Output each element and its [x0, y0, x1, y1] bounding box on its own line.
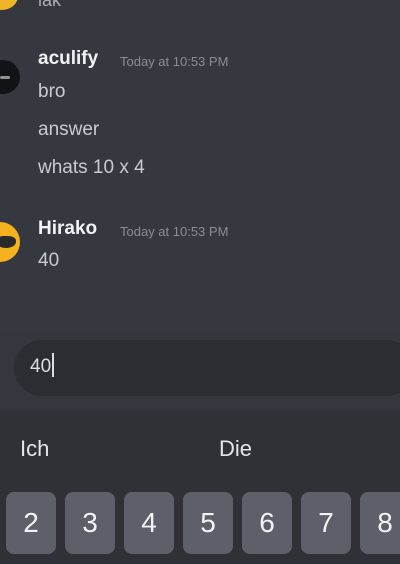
- message-text: answer: [38, 119, 100, 140]
- avatar[interactable]: [0, 60, 20, 94]
- message-text: bro: [38, 81, 66, 102]
- suggestion-die[interactable]: Die: [219, 436, 252, 462]
- message-list[interactable]: lak aculify Today at 10:53 PM bro answer…: [0, 0, 400, 330]
- suggestion-ich[interactable]: Ich: [20, 436, 49, 462]
- message-input[interactable]: 40: [14, 340, 400, 396]
- timestamp: Today at 10:53 PM: [120, 54, 229, 69]
- avatar[interactable]: [0, 222, 20, 262]
- message-input-text[interactable]: 40: [30, 352, 55, 378]
- avatar[interactable]: [0, 0, 18, 10]
- key-4[interactable]: 4: [124, 492, 174, 554]
- key-2[interactable]: 2: [6, 492, 56, 554]
- number-key-row: 2 3 4 5 6 7 8: [2, 492, 400, 554]
- discord-chat-screen: lak aculify Today at 10:53 PM bro answer…: [0, 0, 400, 564]
- keyboard: Ich Die 2 3 4 5 6 7 8: [0, 410, 400, 564]
- message-text: whats 10 x 4: [38, 157, 145, 178]
- message-text: 40: [38, 250, 60, 271]
- key-8[interactable]: 8: [360, 492, 400, 554]
- timestamp: Today at 10:53 PM: [120, 224, 229, 239]
- key-6[interactable]: 6: [242, 492, 292, 554]
- message-input-value: 40: [30, 356, 52, 377]
- key-7[interactable]: 7: [301, 492, 351, 554]
- username[interactable]: aculify: [38, 48, 98, 70]
- text-caret: [52, 352, 55, 377]
- key-5[interactable]: 5: [183, 492, 233, 554]
- username[interactable]: Hirako: [38, 218, 97, 240]
- message-text: lak: [38, 0, 62, 10]
- key-3[interactable]: 3: [65, 492, 115, 554]
